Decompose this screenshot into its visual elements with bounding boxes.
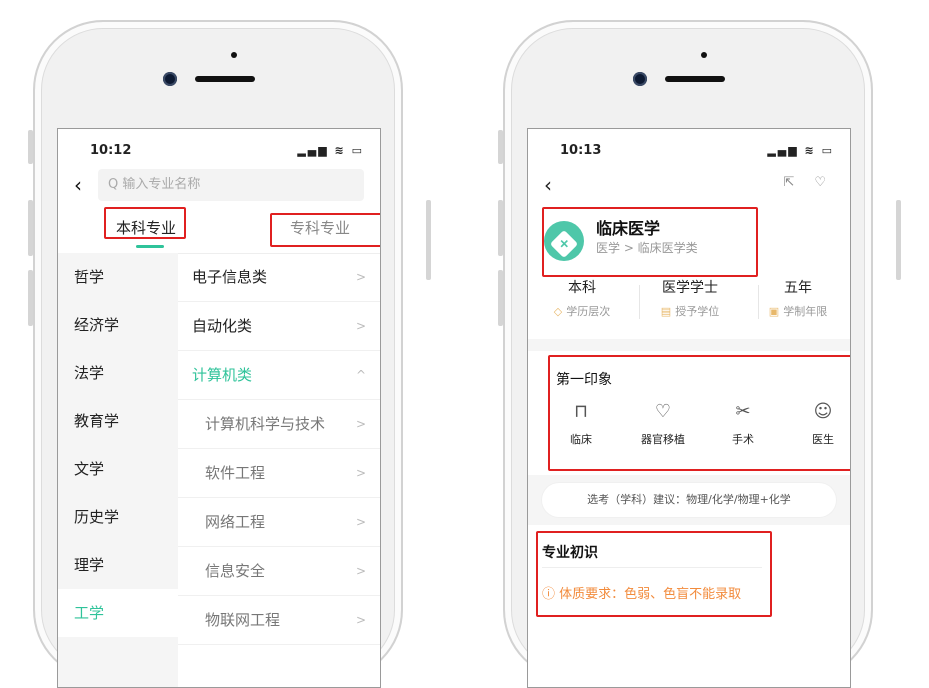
phone-frame-right: 10:13 ▂▄▆ ≋ ▭ ‹ ⇱ ♡ + 临床医学 医学 > 临床医学类 本科… [503,20,873,688]
search-bar-row: ‹ Q 输入专业名称 [58,169,380,201]
category-item[interactable]: 经济学 [58,301,178,349]
earpiece-speaker [665,76,725,82]
major-item[interactable]: 物联网工程 > [178,596,380,645]
subject-advice: 选考（学科）建议：物理/化学/物理+化学 [542,483,836,517]
back-icon[interactable]: ‹ [544,173,552,197]
subcategory-item[interactable]: 电子信息类 > [178,253,380,302]
stat-value: 本科 [568,280,596,296]
screen-major-list: 10:12 ▂▄▆ ≋ ▭ ‹ Q 输入专业名称 本科专业 专科专业 哲学 经济… [57,128,381,688]
front-camera [163,72,177,86]
status-icons: ▂▄▆ ≋ ▭ [767,144,834,157]
detail-nav-bar: ‹ ⇱ ♡ [528,173,850,197]
category-item-active[interactable]: 工学 [58,589,178,637]
status-bar: 10:13 ▂▄▆ ≋ ▭ [528,143,850,161]
major-label: 计算机科学与技术 [205,415,326,433]
mute-switch [498,130,503,164]
duration-icon: ▣ [768,305,780,318]
front-sensor [701,52,707,58]
subcategory-item-expanded[interactable]: 计算机类 ^ [178,351,380,400]
stat-value: 医学学士 [662,280,718,296]
power-button [896,200,901,280]
major-item[interactable]: 网络工程 > [178,498,380,547]
chevron-right-icon: > [355,564,366,578]
phone-frame-left: 10:12 ▂▄▆ ≋ ▭ ‹ Q 输入专业名称 本科专业 专科专业 哲学 经济… [33,20,403,688]
subcategory-label: 电子信息类 [192,268,268,286]
stat-degree-awarded: 医学学士 ▤ 授予学位 [640,277,740,319]
stat-label: 学历层次 [566,305,611,318]
front-sensor [231,52,237,58]
major-item[interactable]: 软件工程 > [178,449,380,498]
active-tab-indicator [136,245,164,248]
screen-major-detail: 10:13 ▂▄▆ ≋ ▭ ‹ ⇱ ♡ + 临床医学 医学 > 临床医学类 本科… [527,128,851,688]
status-time: 10:13 [560,143,602,158]
status-bar: 10:12 ▂▄▆ ≋ ▭ [58,143,380,161]
degree-level-icon: ◇ [553,305,563,318]
highlight-box-major-header [542,207,758,277]
subcategory-label: 计算机类 [192,366,253,384]
category-sidebar: 哲学 经济学 法学 教育学 文学 历史学 理学 工学 [58,253,178,687]
volume-down-button [498,270,503,326]
section-separator [528,339,850,351]
subcategory-list: 电子信息类 > 自动化类 > 计算机类 ^ 计算机科学与技术 > 软件工程 > 网络工程 >… [178,253,380,687]
stat-degree-level: 本科 ◇ 学历层次 [532,277,632,319]
earpiece-speaker [195,76,255,82]
major-label: 信息安全 [205,562,266,580]
status-time: 10:12 [90,143,132,158]
search-input[interactable]: Q 输入专业名称 [98,169,364,201]
volume-up-button [498,200,503,256]
front-camera [633,72,647,86]
category-item[interactable]: 理学 [58,541,178,589]
highlight-box-junior-college-tab [270,213,380,247]
category-item[interactable]: 文学 [58,445,178,493]
degree-awarded-icon: ▤ [660,305,672,318]
category-item[interactable]: 哲学 [58,253,178,301]
category-item[interactable]: 法学 [58,349,178,397]
chevron-right-icon: > [355,515,366,529]
major-stats: 本科 ◇ 学历层次 医学学士 ▤ 授予学位 五年 ▣ 学制年限 [528,277,850,327]
chevron-right-icon: > [355,417,366,431]
highlight-box-undergraduate-tab [104,207,186,239]
major-item[interactable]: 计算机科学与技术 > [178,400,380,449]
category-item[interactable]: 历史学 [58,493,178,541]
chevron-up-icon: ^ [355,368,366,382]
power-button [426,200,431,280]
chevron-right-icon: > [355,270,366,284]
major-label: 软件工程 [205,464,266,482]
stat-duration: 五年 ▣ 学制年限 [748,277,848,319]
share-favorite-icons[interactable]: ⇱ ♡ [783,175,834,190]
stat-divider [758,285,759,319]
subcategory-label: 自动化类 [192,317,253,335]
stat-divider [639,285,640,319]
highlight-box-first-impression [548,355,850,471]
major-item[interactable]: 信息安全 > [178,547,380,596]
stat-value: 五年 [784,280,812,296]
mute-switch [28,130,33,164]
volume-up-button [28,200,33,256]
subcategory-item[interactable]: 自动化类 > [178,302,380,351]
stat-label: 授予学位 [675,305,720,318]
major-label: 网络工程 [205,513,266,531]
back-icon[interactable]: ‹ [74,173,82,197]
chevron-right-icon: > [355,613,366,627]
stat-label: 学制年限 [783,305,828,318]
category-item[interactable]: 教育学 [58,397,178,445]
chevron-right-icon: > [355,319,366,333]
volume-down-button [28,270,33,326]
highlight-box-major-intro [536,531,772,617]
status-icons: ▂▄▆ ≋ ▭ [297,144,364,157]
chevron-right-icon: > [355,466,366,480]
major-label: 物联网工程 [205,611,281,629]
